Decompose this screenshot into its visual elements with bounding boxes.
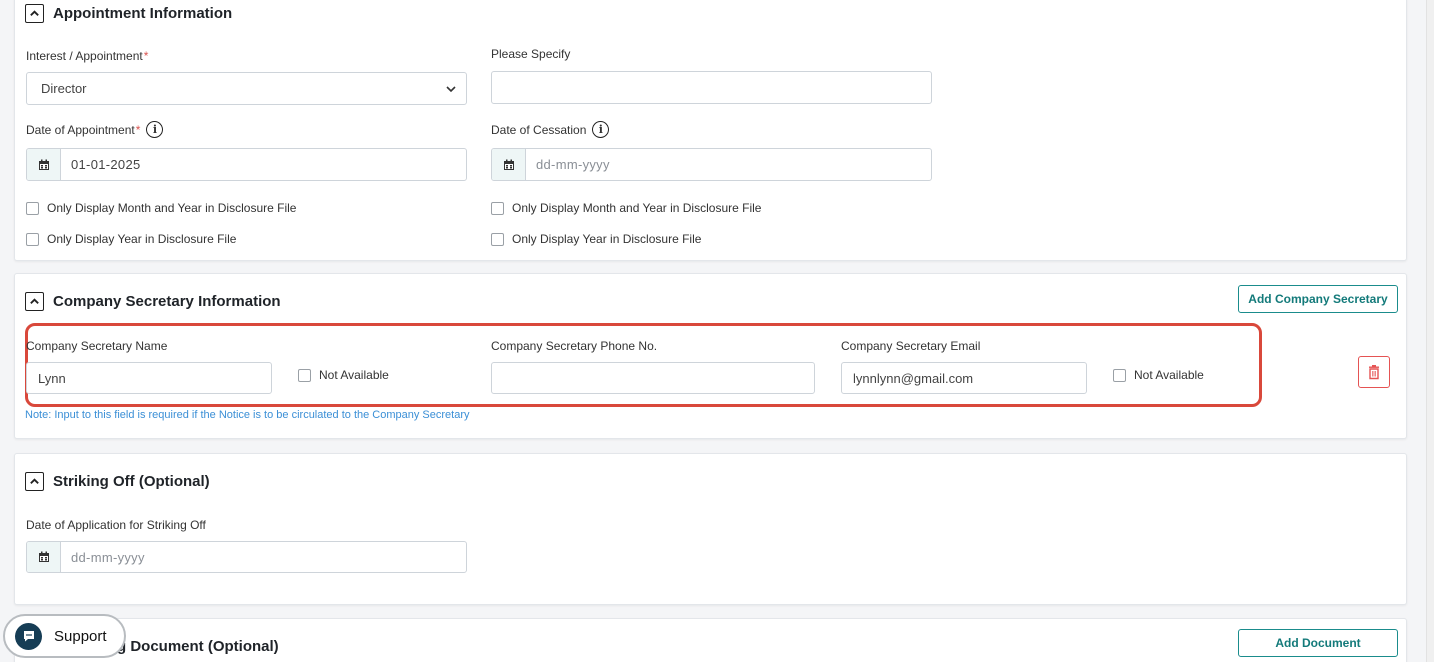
date-cessation-label: Date of Cessation i [491, 121, 610, 138]
secretary-name-label: Company Secretary Name [26, 339, 167, 353]
secretary-email-value: lynnlynn@gmail.com [853, 370, 974, 386]
required-mark: * [135, 122, 141, 137]
secretary-name-not-available-checkbox[interactable]: Not Available [298, 368, 389, 382]
appointment-title-text: Appointment Information [53, 5, 233, 22]
cessation-month-year-checkbox[interactable]: Only Display Month and Year in Disclosur… [491, 201, 761, 215]
striking-date-input[interactable]: dd-mm-yyyy [26, 541, 467, 573]
secretary-email-input[interactable]: lynnlynn@gmail.com [841, 362, 1087, 394]
support-widget-button[interactable]: Support [3, 614, 126, 658]
checkbox-label: Only Display Year in Disclosure File [47, 232, 237, 246]
secretary-note: Note: Input to this field is required if… [25, 409, 470, 421]
date-cessation-placeholder: dd-mm-yyyy [536, 157, 610, 172]
appointment-card: Appointment Information Interest / Appoi… [14, 0, 1407, 261]
collapse-striking-off-button[interactable] [25, 472, 44, 491]
add-document-button[interactable]: Add Document [1238, 629, 1398, 657]
collapse-appointment-button[interactable] [25, 4, 44, 23]
date-cessation-label-text: Date of Cessation [491, 122, 587, 137]
chat-icon [15, 622, 42, 650]
secretary-card: Company Secretary Information Add Compan… [14, 273, 1407, 439]
appointment-section-title: Appointment Information [25, 4, 232, 23]
striking-off-title-text: Striking Off (Optional) [53, 473, 210, 490]
date-appointment-label: Date of Appointment * i [26, 121, 164, 138]
checkbox-label: Only Display Month and Year in Disclosur… [47, 201, 297, 215]
cessation-year-checkbox[interactable]: Only Display Year in Disclosure File [491, 232, 701, 246]
specify-label: Please Specify [491, 47, 570, 61]
date-appointment-value: 01-01-2025 [71, 157, 141, 172]
secretary-email-label-text: Company Secretary Email [841, 339, 981, 353]
secretary-email-label: Company Secretary Email [841, 339, 980, 353]
checkbox-box[interactable] [26, 232, 39, 246]
chevron-up-icon [30, 10, 39, 16]
secretary-name-value: Lynn [38, 370, 66, 386]
supporting-document-title-text: g Document (Optional) [117, 638, 279, 655]
secretary-email-not-available-checkbox[interactable]: Not Available [1113, 368, 1204, 382]
date-appointment-input[interactable]: 01-01-2025 [26, 148, 467, 181]
calendar-icon[interactable] [492, 149, 526, 180]
secretary-name-label-text: Company Secretary Name [26, 339, 168, 353]
striking-off-card: Striking Off (Optional) Date of Applicat… [14, 453, 1407, 605]
chevron-up-icon [30, 298, 39, 304]
interest-select-value: Director [41, 81, 87, 96]
checkbox-box[interactable] [298, 368, 311, 382]
page-scrollbar[interactable] [1426, 0, 1434, 662]
secretary-phone-label: Company Secretary Phone No. [491, 339, 657, 353]
collapse-secretary-button[interactable] [25, 292, 44, 311]
add-company-secretary-button[interactable]: Add Company Secretary [1238, 285, 1398, 313]
info-icon[interactable]: i [146, 121, 164, 138]
striking-off-section-title: Striking Off (Optional) [25, 472, 210, 491]
calendar-glyph [503, 159, 514, 170]
secretary-section-title: Company Secretary Information [25, 292, 281, 311]
checkbox-box[interactable] [491, 232, 504, 246]
chat-glyph [23, 631, 34, 642]
calendar-icon[interactable] [27, 542, 61, 572]
support-label: Support [54, 627, 107, 645]
delete-secretary-button[interactable] [1358, 356, 1390, 388]
chevron-down-icon [446, 86, 456, 93]
trash-icon [1369, 365, 1379, 380]
checkbox-label: Only Display Year in Disclosure File [512, 232, 702, 246]
date-appointment-label-text: Date of Appointment [26, 122, 135, 137]
specify-input[interactable] [491, 71, 932, 104]
secretary-title-text: Company Secretary Information [53, 293, 281, 310]
date-cessation-input[interactable]: dd-mm-yyyy [491, 148, 932, 181]
supporting-document-card: g Document (Optional) Add Document [14, 618, 1407, 662]
appointment-year-checkbox[interactable]: Only Display Year in Disclosure File [26, 232, 236, 246]
striking-date-label-text: Date of Application for Striking Off [26, 518, 206, 532]
appointment-month-year-checkbox[interactable]: Only Display Month and Year in Disclosur… [26, 201, 296, 215]
calendar-glyph [38, 551, 49, 562]
checkbox-label: Not Available [1134, 368, 1204, 382]
striking-date-placeholder: dd-mm-yyyy [71, 549, 145, 565]
required-mark: * [143, 49, 149, 63]
checkbox-label: Not Available [319, 368, 389, 382]
interest-label-text: Interest / Appointment [26, 49, 143, 63]
secretary-phone-label-text: Company Secretary Phone No. [491, 339, 658, 353]
interest-label: Interest / Appointment * [26, 49, 148, 63]
secretary-phone-input[interactable] [491, 362, 815, 394]
checkbox-box[interactable] [1113, 368, 1126, 382]
interest-select[interactable]: Director [26, 72, 467, 105]
specify-label-text: Please Specify [491, 47, 571, 61]
chevron-up-icon [30, 478, 39, 484]
checkbox-label: Only Display Month and Year in Disclosur… [512, 201, 762, 215]
calendar-glyph [38, 159, 49, 170]
info-icon[interactable]: i [592, 121, 610, 138]
checkbox-box[interactable] [491, 201, 504, 215]
checkbox-box[interactable] [26, 201, 39, 215]
striking-date-label: Date of Application for Striking Off [26, 518, 206, 532]
secretary-name-input[interactable]: Lynn [26, 362, 272, 394]
calendar-icon[interactable] [27, 149, 61, 180]
